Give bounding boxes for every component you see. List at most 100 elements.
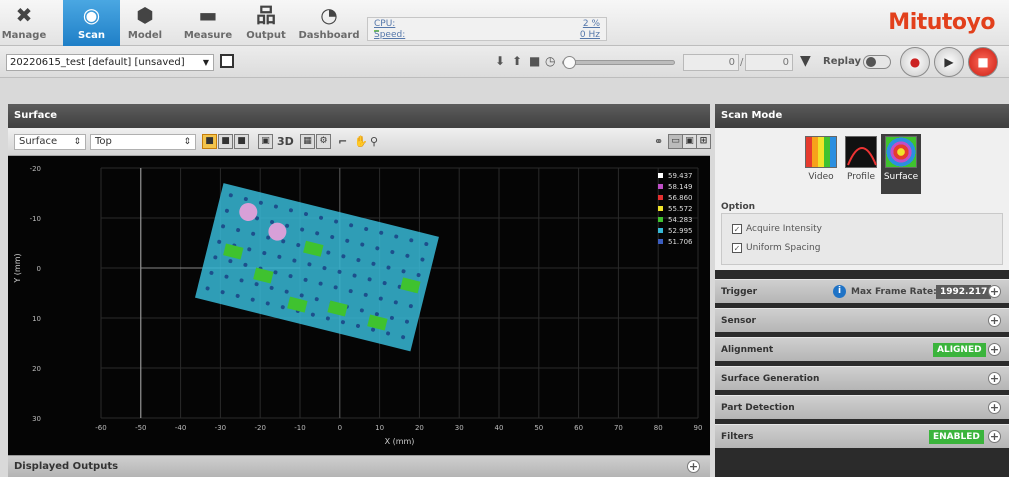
sensor-label: Sensor <box>721 316 756 326</box>
measure-icon: ▬ <box>198 3 218 27</box>
grid-icon[interactable]: ▦ <box>300 134 315 149</box>
scan-icon: ◉ <box>82 3 101 27</box>
speed-row: Speed: 0 Hz <box>374 30 600 41</box>
record-icon: ● <box>909 55 921 69</box>
scan-mode-video[interactable]: Video <box>801 134 841 194</box>
filter-icon[interactable]: ▼ <box>800 53 811 69</box>
replay-slider[interactable] <box>562 56 675 69</box>
nav-model-button[interactable]: ⬢ Model <box>122 0 168 46</box>
option-box: ✓ Acquire Intensity ✓ Uniform Spacing <box>721 213 1003 265</box>
step-button[interactable]: ▶ <box>934 47 964 77</box>
brand-logo: Mitutoyo <box>888 10 995 35</box>
save-icon[interactable] <box>220 54 234 68</box>
x-tick-label: 50 <box>534 424 543 432</box>
nav-label: Model <box>127 30 163 41</box>
option-title: Option <box>721 202 756 212</box>
uniform-spacing-checkbox[interactable]: ✓ Uniform Spacing <box>732 241 820 255</box>
upload-icon[interactable]: ⬆ <box>512 54 522 68</box>
x-axis-label: X (mm) <box>385 437 415 446</box>
max-frame-rate-label: Max Frame Rate: <box>851 287 937 297</box>
snapshot-icon[interactable]: ▭ <box>668 134 683 149</box>
x-tick-label: 60 <box>574 424 583 432</box>
nav-dashboard-button[interactable]: ◔ Dashboard <box>298 0 360 46</box>
stop-button[interactable]: ■ <box>968 47 998 77</box>
expand-plus-icon[interactable]: + <box>687 460 700 473</box>
system-status-box: CPU: 2 % Speed: 0 Hz <box>367 17 607 41</box>
trigger-section[interactable]: Trigger i Max Frame Rate: 1992.217 + <box>715 279 1009 303</box>
checkbox-label: Acquire Intensity <box>746 224 822 234</box>
y-tick-label: 10 <box>32 315 41 323</box>
x-tick-label: -20 <box>254 424 265 432</box>
legend-swatch <box>658 173 663 178</box>
surface-generation-section[interactable]: Surface Generation + <box>715 366 1009 390</box>
expand-plus-icon[interactable]: + <box>988 430 1001 443</box>
link-icon[interactable]: ⚭ <box>654 135 663 148</box>
stop-icon: ■ <box>977 55 989 69</box>
record-button[interactable]: ● <box>900 47 930 77</box>
fit-view-icon[interactable]: ▣ <box>258 134 273 149</box>
part-detection-section[interactable]: Part Detection + <box>715 395 1009 419</box>
gray-view-icon[interactable]: ■ <box>234 134 249 149</box>
x-tick-label: 70 <box>614 424 623 432</box>
x-tick-label: 90 <box>694 424 703 432</box>
displayed-outputs-header[interactable]: Displayed Outputs + <box>8 455 710 477</box>
zoom-magnifier-icon[interactable]: ⚲ <box>370 135 378 148</box>
filters-section[interactable]: Filters ENABLED + <box>715 424 1009 448</box>
expand-plus-icon[interactable]: + <box>988 314 1001 327</box>
replay-toggle[interactable] <box>863 55 891 69</box>
x-tick-label: 10 <box>375 424 384 432</box>
chevron-updown-icon: ⇕ <box>183 137 191 147</box>
orientation-value: Top <box>95 136 112 147</box>
checkbox-label: Uniform Spacing <box>746 243 821 253</box>
download-icon[interactable]: ⬇ <box>495 54 505 68</box>
view-3d-button[interactable]: 3D <box>277 135 294 148</box>
expand-plus-icon[interactable]: + <box>988 372 1001 385</box>
acquire-intensity-checkbox[interactable]: ✓ Acquire Intensity <box>732 222 822 236</box>
image-save-icon[interactable]: ▣ <box>682 134 697 149</box>
y-axis-label: Y (mm) <box>13 253 22 283</box>
settings-icon[interactable]: ⚙ <box>316 134 331 149</box>
replay-slider-handle[interactable] <box>563 56 576 69</box>
intensity-view-icon[interactable]: ■ <box>218 134 233 149</box>
nav-scan-button[interactable]: ◉ Scan <box>63 0 120 46</box>
x-tick-label: 0 <box>338 424 342 432</box>
scan-mode-profile[interactable]: Profile <box>841 134 881 194</box>
cpu-label: CPU: <box>374 19 396 29</box>
x-tick-label: -30 <box>215 424 226 432</box>
surface-plot[interactable]: -60 -50 -40 -30 -20 -10 0 10 20 30 40 50 60 70 80 90 -20… <box>8 156 710 455</box>
tools-icon: ✖ <box>15 3 33 27</box>
sensor-section[interactable]: Sensor + <box>715 308 1009 332</box>
pan-hand-icon[interactable]: ✋ <box>354 135 368 148</box>
expand-plus-icon[interactable]: + <box>988 343 1001 356</box>
profile-mode-icon <box>845 136 877 168</box>
legend-swatch <box>658 217 663 222</box>
view-type-select[interactable]: Surface ⇕ <box>14 134 86 150</box>
x-tick-label: 80 <box>654 424 663 432</box>
nav-label: Manage <box>1 30 47 41</box>
x-tick-label: -60 <box>95 424 106 432</box>
surface-toolbar: Surface ⇕ Top ⇕ ■ ■ ■ ▣ 3D ▦ ⚙ ⌐ ✋ ⚲ ⚭ ▭… <box>8 128 711 156</box>
expand-plus-icon[interactable]: + <box>988 285 1001 298</box>
job-name: 20220615_test [default] [unsaved] <box>10 57 185 68</box>
nav-measure-button[interactable]: ▬ Measure <box>180 0 236 46</box>
nav-manage-button[interactable]: ✖ Manage <box>0 0 48 46</box>
surface-plot-svg[interactable]: -60 -50 -40 -30 -20 -10 0 10 20 30 40 50 60 70 80 90 -20… <box>8 156 710 455</box>
legend-swatch <box>658 239 663 244</box>
legend-value: 52.995 <box>668 227 693 235</box>
trash-icon[interactable]: ■ <box>529 54 540 68</box>
legend-value: 55.572 <box>668 205 693 213</box>
orientation-select[interactable]: Top ⇕ <box>90 134 196 150</box>
info-icon[interactable]: i <box>833 285 846 298</box>
profile-tool-icon[interactable]: ⌐ <box>338 135 347 148</box>
cpu-row: CPU: 2 % <box>374 19 600 30</box>
expand-plus-icon[interactable]: + <box>988 401 1001 414</box>
y-tick-label: 0 <box>37 265 41 273</box>
filters-status-badge: ENABLED <box>929 430 984 444</box>
color-view-icon[interactable]: ■ <box>202 134 217 149</box>
alignment-section[interactable]: Alignment ALIGNED + <box>715 337 1009 361</box>
job-select[interactable]: 20220615_test [default] [unsaved] ▼ <box>6 54 214 71</box>
expand-icon[interactable]: ⊞ <box>696 134 711 149</box>
scan-mode-surface[interactable]: Surface <box>881 134 921 194</box>
frame-current-field[interactable]: 0 <box>683 54 739 71</box>
nav-output-button[interactable]: 品 Output <box>241 0 291 46</box>
